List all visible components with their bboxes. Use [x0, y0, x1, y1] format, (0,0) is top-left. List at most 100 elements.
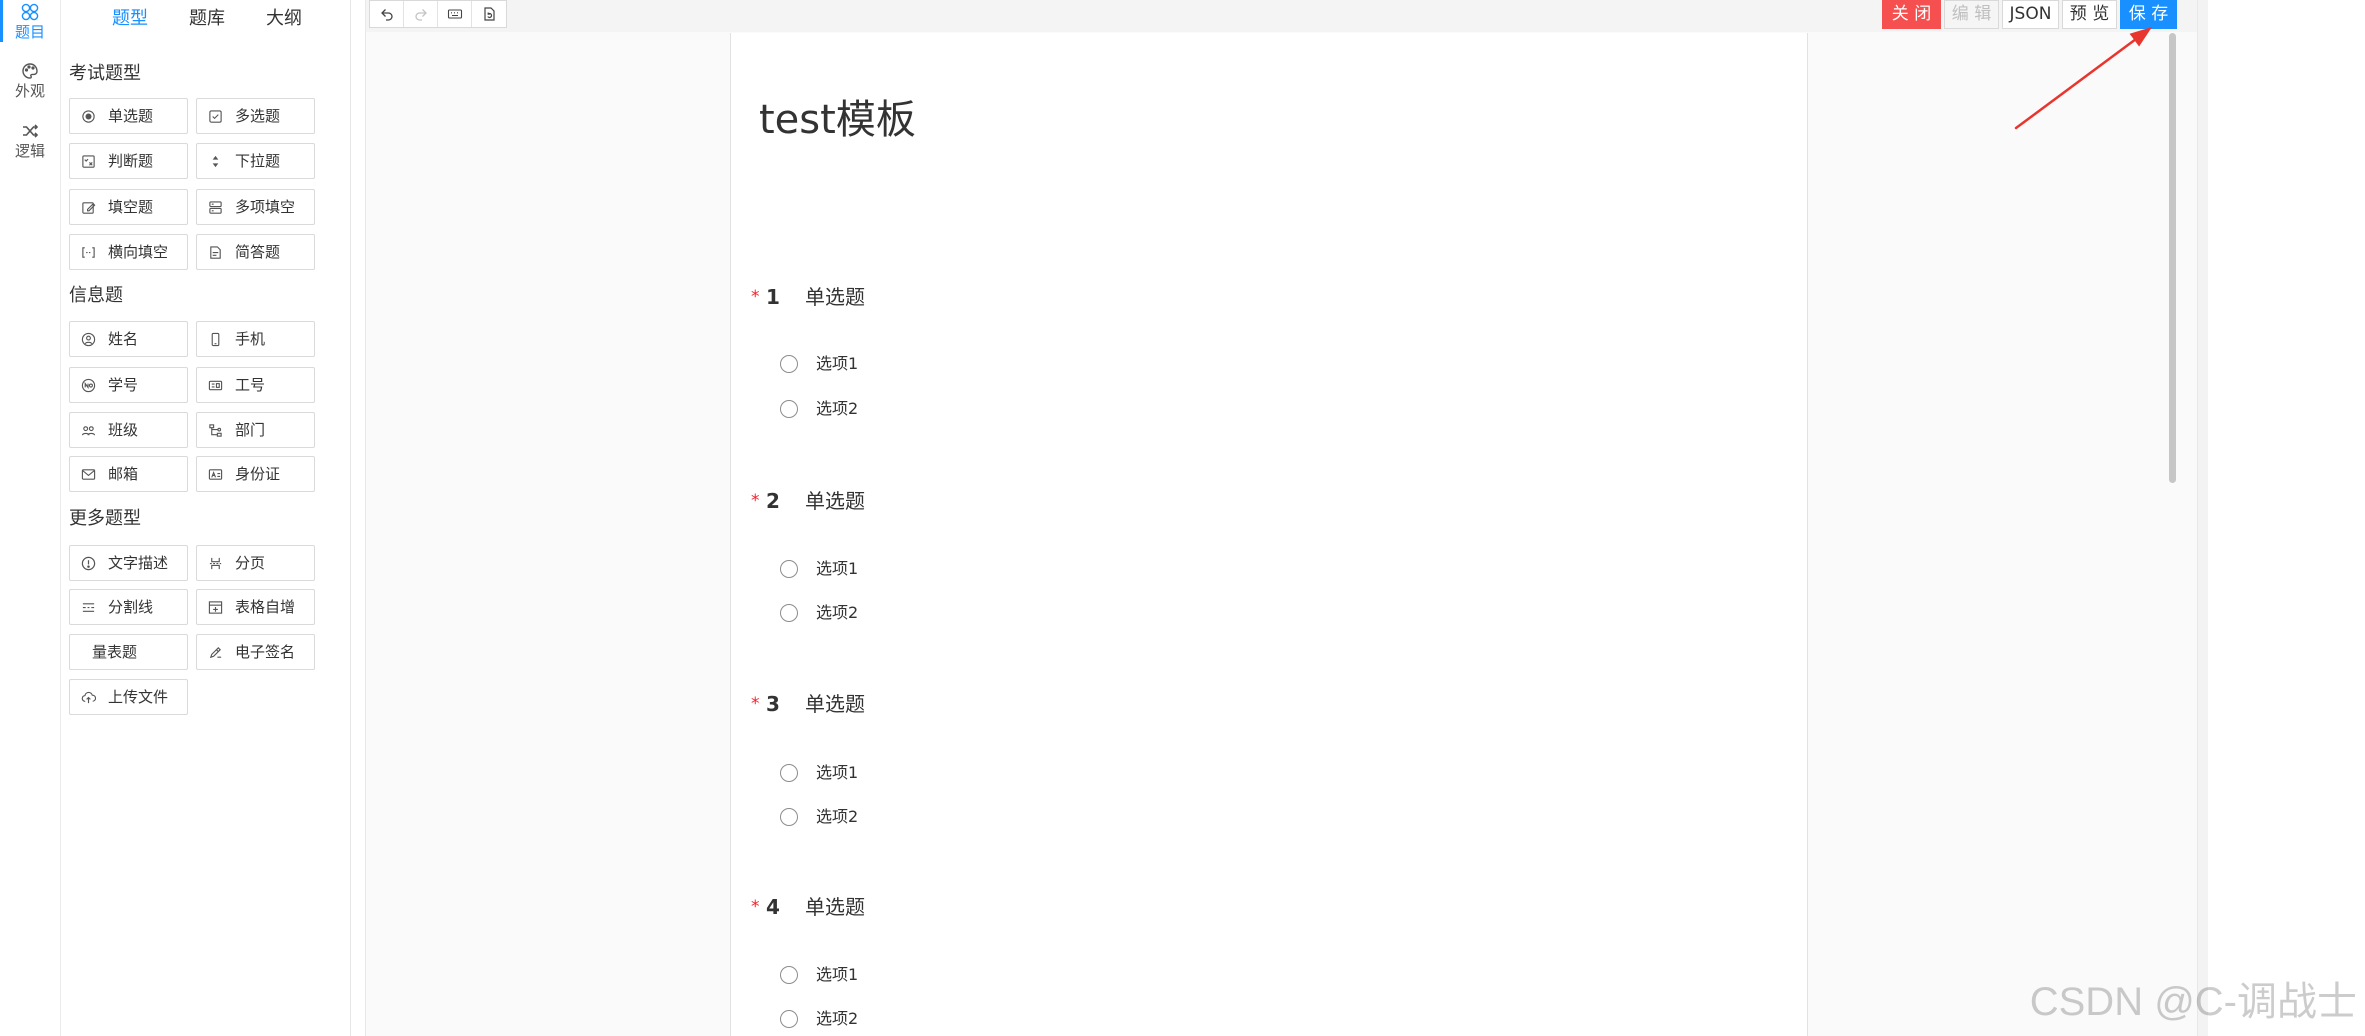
widget-department[interactable]: 部门	[196, 412, 315, 448]
widget-file-upload[interactable]: 上传文件	[69, 679, 188, 715]
question-title: 单选题	[805, 895, 865, 919]
tab-question-types[interactable]: 题型	[95, 0, 165, 38]
widget-panel: 题型 题库 大纲 考试题型 单选题 多选题 判断题 下拉题 填空题 多项填空 横…	[61, 0, 351, 1036]
widget-single-choice[interactable]: 单选题	[69, 98, 188, 134]
class-icon	[81, 423, 96, 438]
widget-student-id[interactable]: 学号	[69, 367, 188, 403]
info-icon	[81, 556, 96, 571]
employee-id-icon	[208, 378, 223, 393]
radio-button[interactable]	[780, 764, 798, 782]
widget-label: 手机	[235, 330, 266, 348]
widget-label: 邮箱	[108, 465, 139, 483]
app-root: 题目 外观 逻辑 题型 题库 大纲 考试题型 单选题 多选题 判断题 下拉题 填…	[0, 0, 2365, 1036]
question-header[interactable]: * 4 单选题	[731, 893, 1331, 921]
widget-divider[interactable]: 分割线	[69, 589, 188, 625]
question-header[interactable]: * 2 单选题	[731, 487, 1331, 515]
radio-button[interactable]	[780, 560, 798, 578]
group-title-exam: 考试题型	[69, 63, 141, 84]
radio-option[interactable]: 选项1	[780, 759, 1080, 787]
radio-option[interactable]: 选项1	[780, 350, 1080, 378]
table-add-icon	[208, 600, 223, 615]
widget-inline-fill[interactable]: 横向填空	[69, 234, 188, 270]
radio-option[interactable]: 选项1	[780, 961, 1080, 989]
tab-question-bank[interactable]: 题库	[172, 0, 242, 38]
widget-scale[interactable]: 量表题	[69, 634, 188, 670]
radio-button[interactable]	[780, 604, 798, 622]
widget-true-false[interactable]: 判断题	[69, 143, 188, 179]
widget-short-answer[interactable]: 简答题	[196, 234, 315, 270]
annotation-arrow	[2014, 27, 2152, 130]
tab-outline[interactable]: 大纲	[249, 0, 319, 38]
widget-multiple-choice[interactable]: 多选题	[196, 98, 315, 134]
widget-dropdown[interactable]: 下拉题	[196, 143, 315, 179]
form-title[interactable]: test模板	[759, 96, 916, 144]
widget-label: 部门	[235, 421, 266, 439]
option-label: 选项2	[816, 807, 859, 826]
widget-label: 上传文件	[108, 688, 169, 706]
undo-button[interactable]	[370, 1, 404, 27]
widget-page-break[interactable]: 分页	[196, 545, 315, 581]
widget-label: 判断题	[108, 152, 154, 170]
question-header[interactable]: * 3 单选题	[731, 690, 1331, 718]
question-header[interactable]: * 1 单选题	[731, 283, 1331, 311]
apps-icon	[20, 2, 40, 22]
widget-label: 下拉题	[235, 152, 281, 170]
radio-button[interactable]	[780, 808, 798, 826]
reset-button[interactable]	[472, 1, 506, 27]
radio-button[interactable]	[780, 400, 798, 418]
signature-icon	[208, 645, 223, 660]
option-label: 选项1	[816, 965, 859, 984]
student-no-icon	[81, 378, 96, 393]
rail-item-label: 外观	[14, 82, 45, 100]
question-number: 3	[766, 692, 780, 716]
group-title-more: 更多题型	[69, 508, 141, 529]
widget-table-autoincrement[interactable]: 表格自增	[196, 589, 315, 625]
edit-button[interactable]: 编 辑	[1944, 0, 1999, 29]
radio-option[interactable]: 选项2	[780, 803, 1080, 831]
radio-button[interactable]	[780, 966, 798, 984]
redo-icon	[413, 6, 429, 22]
option-label: 选项2	[816, 603, 859, 622]
required-mark: *	[751, 287, 760, 307]
option-label: 选项1	[816, 763, 859, 782]
keyboard-shortcuts-button[interactable]	[438, 1, 472, 27]
widget-e-signature[interactable]: 电子签名	[196, 634, 315, 670]
widget-label: 分页	[235, 554, 266, 572]
widget-id-card[interactable]: 身份证	[196, 456, 315, 492]
widget-label: 分割线	[108, 598, 154, 616]
redo-button[interactable]	[404, 1, 438, 27]
widget-fill-blank[interactable]: 填空题	[69, 189, 188, 225]
close-button[interactable]: 关 闭	[1882, 0, 1941, 29]
option-label: 选项1	[816, 559, 859, 578]
required-mark: *	[751, 897, 760, 917]
widget-multi-fill[interactable]: 多项填空	[196, 189, 315, 225]
widget-employee-id[interactable]: 工号	[196, 367, 315, 403]
editor-area: 关 闭 编 辑 JSON 预 览 保 存 test模板 * 1 单选题 选项1 …	[365, 0, 2198, 1036]
multi-fill-icon	[208, 200, 223, 215]
rail-item-questions[interactable]: 题目	[0, 2, 60, 44]
inline-fill-icon	[81, 245, 96, 260]
radio-icon	[81, 109, 96, 124]
radio-option[interactable]: 选项1	[780, 555, 1080, 583]
radio-option[interactable]: 选项2	[780, 395, 1080, 423]
widget-name[interactable]: 姓名	[69, 321, 188, 357]
mail-icon	[81, 467, 96, 482]
required-mark: *	[751, 694, 760, 714]
radio-button[interactable]	[780, 1010, 798, 1028]
group-title-info: 信息题	[69, 285, 123, 306]
radio-option[interactable]: 选项2	[780, 599, 1080, 627]
radio-button[interactable]	[780, 355, 798, 373]
rail-item-appearance[interactable]: 外观	[0, 61, 60, 103]
widget-text-description[interactable]: 文字描述	[69, 545, 188, 581]
widget-class[interactable]: 班级	[69, 412, 188, 448]
question-number: 4	[766, 895, 780, 919]
rail-item-logic[interactable]: 逻辑	[0, 121, 60, 163]
widget-label: 多选题	[235, 107, 281, 125]
radio-option[interactable]: 选项2	[780, 1005, 1080, 1033]
document-reset-icon	[481, 6, 497, 22]
question-title: 单选题	[805, 692, 865, 716]
canvas-scrollbar[interactable]	[2169, 33, 2176, 483]
option-label: 选项1	[816, 354, 859, 373]
widget-email[interactable]: 邮箱	[69, 456, 188, 492]
widget-phone[interactable]: 手机	[196, 321, 315, 357]
